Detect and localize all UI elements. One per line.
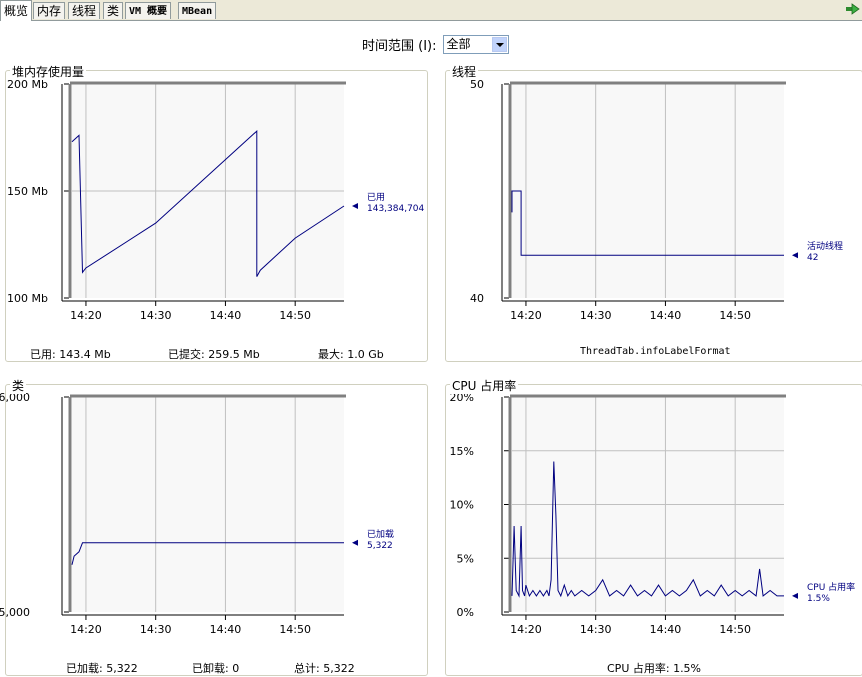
heap-x-tick-label: 14:40 [210, 309, 242, 322]
heap-x-tick-label: 14:50 [279, 309, 311, 322]
heap-series-name: 已用 [367, 192, 385, 203]
heap-committed-value: 259.5 Mb [208, 348, 260, 361]
heap-x-tick-label: 14:30 [140, 309, 172, 322]
heap-max-value: 1.0 Gb [347, 348, 384, 361]
classes-total-value: 5,322 [323, 662, 355, 675]
heap-y-tick-label: 200 Mb [7, 78, 48, 91]
heap-used-label: 已用: [30, 348, 56, 361]
classes-panel: 类 [5, 377, 428, 676]
heap-y-tick-label: 150 Mb [7, 185, 48, 198]
threads-footer: ThreadTab.infoLabelFormat [580, 346, 731, 357]
heap-used-value: 143.4 Mb [59, 348, 111, 361]
classes-loaded-label: 已加载: [66, 662, 103, 675]
classes-unloaded-value: 0 [232, 662, 240, 675]
classes-panel-title: 类 [10, 377, 27, 394]
heap-committed-label: 已提交: [168, 348, 205, 361]
heap-value-marker [352, 202, 358, 209]
cpu-panel: CPU 占用率 [445, 377, 862, 676]
classes-unloaded-label: 已卸载: [192, 662, 229, 675]
heap-footer: 已用: 143.4 Mb [30, 346, 111, 362]
classes-loaded-value: 5,322 [106, 662, 138, 675]
classes-total-label: 总计: [294, 662, 320, 675]
heap-max-label: 最大: [318, 348, 344, 361]
heap-series-value: 143,384,704 [367, 204, 425, 214]
cpu-panel-title: CPU 占用率 [450, 377, 519, 394]
threads-panel-title: 线程 [450, 63, 479, 80]
threads-panel: 线程 [445, 63, 862, 362]
cpu-footer: CPU 占用率: 1.5% [607, 662, 702, 675]
heap-y-tick-label: 100 Mb [7, 292, 48, 305]
heap-x-tick-label: 14:20 [70, 309, 102, 322]
